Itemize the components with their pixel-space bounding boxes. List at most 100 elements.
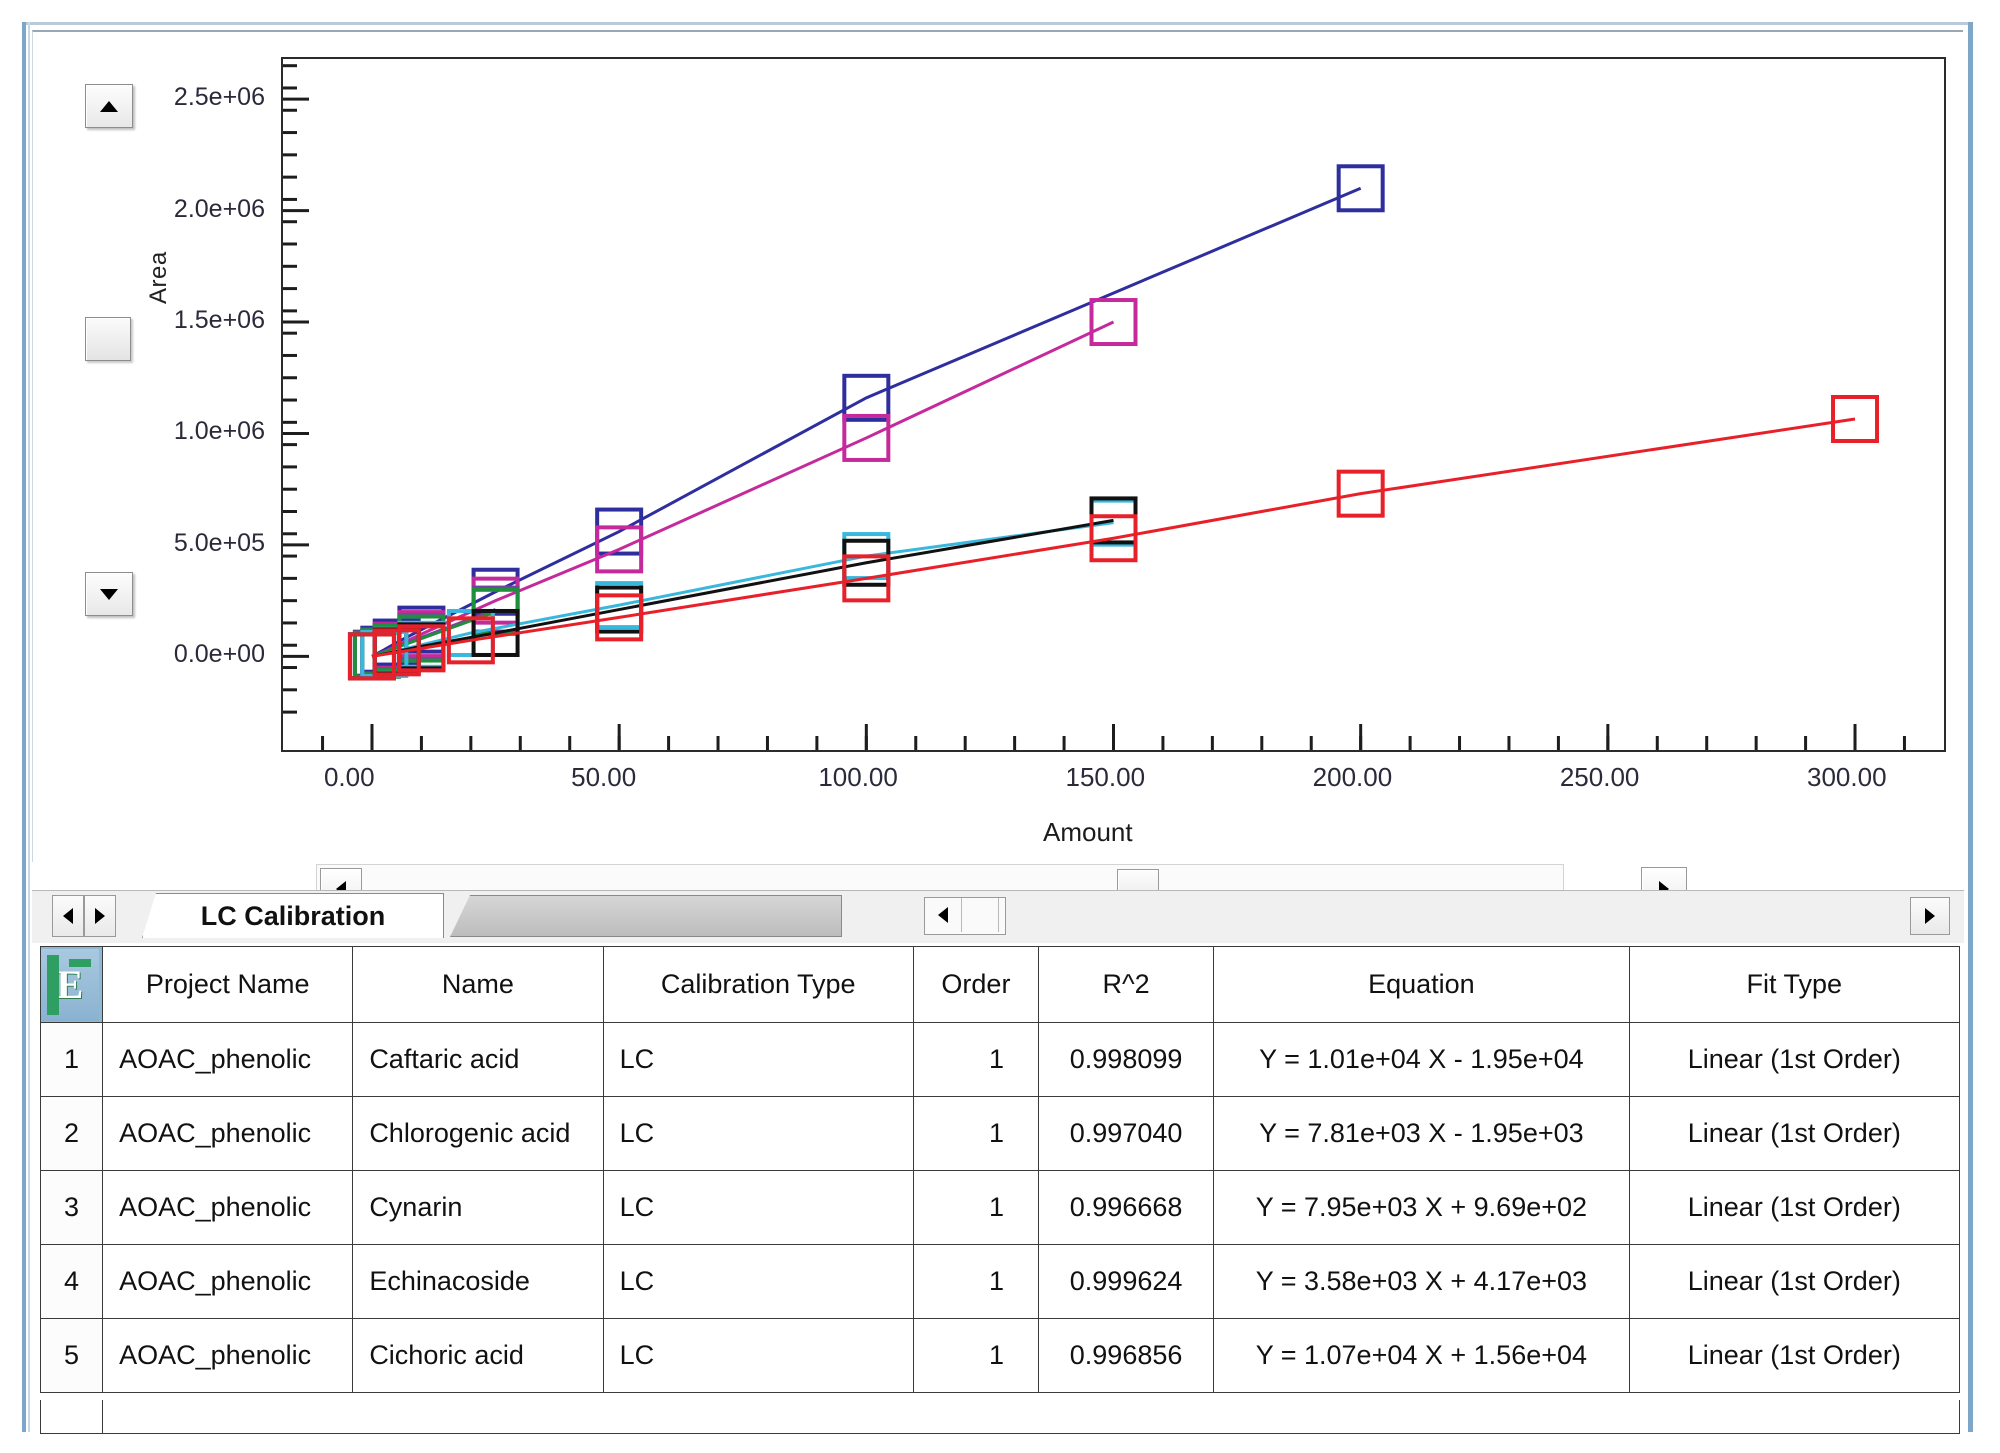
cell-fit-type[interactable]: Linear (1st Order) [1628,1318,1961,1393]
tab-strip-mini-scrollbar[interactable] [924,897,1006,935]
cell-order[interactable]: 1 [912,1244,1040,1319]
cell-project-name[interactable]: AOAC_phenolic [102,1096,354,1171]
tab-strip-scroll-left-button[interactable] [925,898,962,932]
data-point-marker[interactable] [1336,164,1385,213]
cell-project-name[interactable]: AOAC_phenolic [102,1022,354,1097]
tab-next-button[interactable] [84,895,116,937]
cell-calibration-type[interactable]: LC [602,1244,914,1319]
cell-name[interactable]: Cichoric acid [352,1318,604,1393]
graph-scroll-down-button[interactable] [85,572,133,616]
column-header-project-name[interactable]: Project Name [102,946,354,1023]
x-axis-tick-label: 0.00 [323,762,375,792]
plot-area [281,57,1946,752]
y-axis-tick-label: 1.0e+06 [173,417,265,446]
column-header-r2[interactable]: R^2 [1037,946,1215,1023]
triangle-right-icon [95,908,105,924]
y-axis-tick-label: 5.0e+05 [173,528,265,557]
cell-name[interactable]: Chlorogenic acid [352,1096,604,1171]
cell-name[interactable]: Echinacoside [352,1244,604,1319]
row-number-cell[interactable]: 5 [39,1318,104,1393]
x-axis-tick-label: 250.00 [1559,762,1640,792]
cell-order[interactable]: 1 [912,1022,1040,1097]
column-header-order[interactable]: Order [912,946,1040,1023]
x-axis-tick-label: 100.00 [818,762,898,792]
table-row[interactable]: 4 AOAC_phenolic Echinacoside LC 1 0.999624 Y =… [39,1244,1961,1319]
triangle-left-icon [938,907,948,923]
x-axis-tick-label: 200.00 [1312,762,1393,792]
calibration-graph-pane: Area 0.0e+00 5.0e+05 1.0e+06 1.5e+06 2.0e+06… [32,30,1963,912]
tab-strip-scroll-thumb[interactable] [962,898,999,932]
window-frame-left-inner [28,22,30,1432]
triangle-down-icon [100,588,118,600]
table-bottom-row-header-cell [41,1400,103,1433]
column-header-name[interactable]: Name [352,946,604,1023]
column-header-equation[interactable]: Equation [1213,946,1630,1023]
cell-project-name[interactable]: AOAC_phenolic [102,1170,354,1245]
series-line [371,320,1115,658]
window-frame-top [22,22,1973,25]
table-row[interactable]: 2 AOAC_phenolic Chlorogenic acid LC 1 0.99704… [39,1096,1961,1171]
x-axis-tick-label: 300.00 [1807,762,1887,792]
cell-calibration-type[interactable]: LC [602,1170,914,1245]
cell-r2[interactable]: 0.996668 [1037,1170,1215,1245]
sheet-tab-strip: LC Calibration [32,890,1964,943]
tab-empty-slot[interactable] [450,895,842,937]
cell-calibration-type[interactable]: LC [602,1096,914,1171]
cell-r2[interactable]: 0.999624 [1037,1244,1215,1319]
triangle-left-icon [63,908,73,924]
cell-fit-type[interactable]: Linear (1st Order) [1628,1170,1961,1245]
calibration-curves-plot [283,64,1906,750]
window-frame-left [22,22,26,1432]
column-header-calibration-type[interactable]: Calibration Type [602,946,914,1023]
cell-equation[interactable]: Y = 3.58e+03 X + 4.17e+03 [1213,1244,1630,1319]
cell-project-name[interactable]: AOAC_phenolic [102,1244,354,1319]
excel-sheet-icon: E [41,948,99,1021]
x-axis-tick-label: 50.00 [571,762,637,792]
cell-calibration-type[interactable]: LC [602,1022,914,1097]
cell-fit-type[interactable]: Linear (1st Order) [1628,1096,1961,1171]
y-axis-tick-label: 2.5e+06 [173,83,265,112]
row-number-cell[interactable]: 1 [39,1022,104,1097]
cell-fit-type[interactable]: Linear (1st Order) [1628,1022,1961,1097]
series-line [371,417,1856,658]
cell-equation[interactable]: Y = 1.07e+04 X + 1.56e+04 [1213,1318,1630,1393]
calibration-results-table: E Project Name Name Calibration Type Ord… [39,946,1961,1393]
cell-project-name[interactable]: AOAC_phenolic [102,1318,354,1393]
cell-order[interactable]: 1 [912,1096,1040,1171]
row-number-cell[interactable]: 4 [39,1244,104,1319]
cell-name[interactable]: Caftaric acid [352,1022,604,1097]
y-axis-tick-label: 0.0e+00 [173,640,265,669]
x-axis-label: Amount [1043,817,1133,847]
cell-equation[interactable]: Y = 7.81e+03 X - 1.95e+03 [1213,1096,1630,1171]
tab-strip-scroll-right-button[interactable] [1910,897,1950,935]
cell-r2[interactable]: 0.997040 [1037,1096,1215,1171]
table-row[interactable]: 5 AOAC_phenolic Cichoric acid LC 1 0.996856 Y … [39,1318,1961,1393]
tab-nav-buttons [52,895,116,937]
cell-r2[interactable]: 0.998099 [1037,1022,1215,1097]
cell-equation[interactable]: Y = 7.95e+03 X + 9.69e+02 [1213,1170,1630,1245]
cell-calibration-type[interactable]: LC [602,1318,914,1393]
cell-fit-type[interactable]: Linear (1st Order) [1628,1244,1961,1319]
table-bottom-partial-row [40,1400,1960,1434]
table-header-row: E Project Name Name Calibration Type Ord… [39,946,1961,1023]
cell-r2[interactable]: 0.996856 [1037,1318,1215,1393]
row-number-cell[interactable]: 2 [39,1096,104,1171]
row-number-cell[interactable]: 3 [39,1170,104,1245]
cell-order[interactable]: 1 [912,1318,1040,1393]
tab-prev-button[interactable] [52,895,84,937]
table-corner-cell[interactable]: E [39,946,104,1023]
x-axis-tick-label: 150.00 [1065,762,1146,792]
y-axis-label: Area [145,251,172,304]
y-axis-tick-label: 1.5e+06 [173,306,265,335]
cell-equation[interactable]: Y = 1.01e+04 X - 1.95e+04 [1213,1022,1630,1097]
table-row[interactable]: 1 AOAC_phenolic Caftaric acid LC 1 0.998099 Y … [39,1022,1961,1097]
table-row[interactable]: 3 AOAC_phenolic Cynarin LC 1 0.996668 Y = 7.95… [39,1170,1961,1245]
cell-order[interactable]: 1 [912,1170,1040,1245]
triangle-right-icon [1925,908,1935,924]
column-header-fit-type[interactable]: Fit Type [1628,946,1961,1023]
calibration-window: Area 0.0e+00 5.0e+05 1.0e+06 1.5e+06 2.0e+06… [0,0,2000,1453]
window-frame-right [1968,22,1973,1432]
tab-lc-calibration[interactable]: LC Calibration [142,893,444,938]
y-axis-tick-label: 2.0e+06 [173,194,265,223]
cell-name[interactable]: Cynarin [352,1170,604,1245]
